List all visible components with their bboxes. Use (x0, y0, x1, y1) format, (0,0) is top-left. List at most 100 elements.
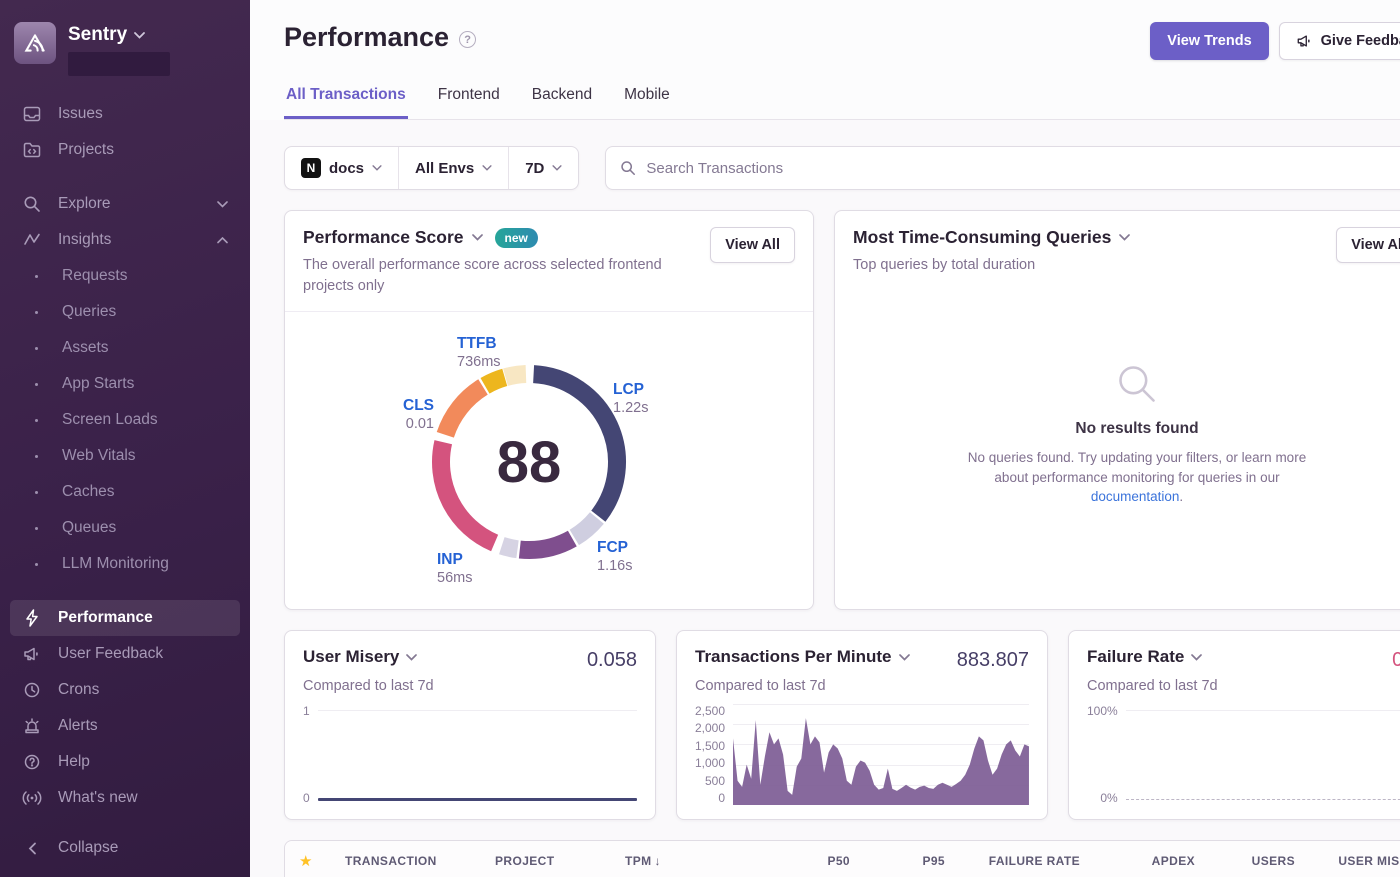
date-range-selector[interactable]: 7D (508, 147, 578, 189)
sidebar-item-web-vitals[interactable]: Web Vitals (10, 438, 240, 474)
sidebar-item-label: Alerts (58, 717, 98, 735)
card-title: Performance Score (303, 227, 464, 248)
tpm-chart: 2,5002,0001,5001,0005000 (695, 704, 1029, 805)
chevron-down-icon (482, 165, 492, 171)
sidebar-item-label: Performance (58, 609, 153, 627)
date-range-label: 7D (525, 160, 544, 177)
sidebar-item-insights[interactable]: Insights (10, 222, 240, 258)
sort-desc-icon: ↓ (655, 854, 661, 868)
sidebar-item-projects[interactable]: Projects (10, 132, 240, 168)
sidebar-item-whats-new[interactable]: What's new (10, 780, 240, 816)
org-subtitle-redacted (68, 52, 170, 76)
environment-selector[interactable]: All Envs (398, 147, 508, 189)
documentation-link[interactable]: documentation (1091, 489, 1180, 504)
give-feedback-label: Give Feedback (1321, 33, 1400, 49)
megaphone-icon (22, 645, 42, 663)
empty-state: No results found No queries found. Try u… (835, 290, 1400, 609)
column-p95[interactable]: P95 (850, 854, 945, 868)
sidebar-item-caches[interactable]: Caches (10, 474, 240, 510)
bullet-icon (26, 311, 46, 314)
sidebar-item-label: App Starts (62, 375, 134, 393)
help-tooltip-icon[interactable]: ? (459, 31, 476, 48)
give-feedback-button[interactable]: Give Feedback (1279, 22, 1400, 60)
sidebar-item-user-feedback[interactable]: User Feedback (10, 636, 240, 672)
tab-mobile[interactable]: Mobile (622, 86, 672, 119)
sidebar-item-app-starts[interactable]: App Starts (10, 366, 240, 402)
column-failure-rate[interactable]: FAILURE RATE (945, 854, 1080, 868)
column-project[interactable]: PROJECT (495, 854, 625, 868)
sidebar-item-label: Collapse (58, 839, 118, 857)
sidebar-item-queues[interactable]: Queues (10, 510, 240, 546)
bullet-icon (26, 455, 46, 458)
bullet-icon (26, 383, 46, 386)
insights-icon (22, 231, 42, 249)
main-content: Performance ? View Trends Give Feedback … (250, 0, 1400, 877)
projects-icon (22, 141, 42, 159)
sidebar-item-queries[interactable]: Queries (10, 294, 240, 330)
column-apdex[interactable]: APDEX (1080, 854, 1195, 868)
sidebar-item-screen-loads[interactable]: Screen Loads (10, 402, 240, 438)
column-tpm-sorted[interactable]: TPM↓ (625, 854, 735, 868)
performance-score-ring-chart: 88 TTFB 736ms LCP 1.22s CLS 0.01 INP (285, 311, 813, 609)
user-misery-title-dropdown[interactable]: User Misery (303, 647, 417, 667)
lightning-icon (22, 609, 42, 627)
column-transaction[interactable]: TRANSACTION (345, 854, 495, 868)
broadcast-icon (22, 790, 42, 806)
sidebar: Sentry Issues Projects Explore (0, 0, 250, 877)
vital-label-inp: INP 56ms (437, 550, 472, 588)
chevron-down-icon (406, 654, 417, 661)
sidebar-item-crons[interactable]: Crons (10, 672, 240, 708)
failure-rate-title-dropdown[interactable]: Failure Rate (1087, 647, 1202, 667)
vital-label-fcp: FCP 1.16s (597, 538, 632, 576)
sidebar-item-assets[interactable]: Assets (10, 330, 240, 366)
issues-icon (22, 105, 42, 123)
card-title: Most Time-Consuming Queries (853, 227, 1111, 248)
tpm-title-dropdown[interactable]: Transactions Per Minute (695, 647, 910, 667)
column-p50[interactable]: P50 (735, 854, 850, 868)
tab-backend[interactable]: Backend (530, 86, 594, 119)
star-column-icon[interactable]: ★ (299, 852, 345, 870)
tab-bar: All Transactions Frontend Backend Mobile (284, 86, 1400, 120)
vital-label-cls: CLS 0.01 (379, 396, 434, 434)
view-all-button[interactable]: View All (710, 227, 795, 263)
project-selector[interactable]: N docs (285, 147, 398, 189)
tab-all-transactions[interactable]: All Transactions (284, 86, 408, 119)
sidebar-item-requests[interactable]: Requests (10, 258, 240, 294)
comparison-label: Compared to last 7d (695, 678, 1029, 694)
sidebar-item-label: Assets (62, 339, 109, 357)
bullet-icon (26, 419, 46, 422)
search-icon (1115, 362, 1159, 406)
view-trends-button[interactable]: View Trends (1150, 22, 1268, 60)
chevron-down-icon (899, 654, 910, 661)
view-all-button[interactable]: View All (1336, 227, 1400, 263)
sidebar-item-label: Crons (58, 681, 99, 699)
sidebar-item-performance[interactable]: Performance (10, 600, 240, 636)
performance-score-title-dropdown[interactable]: Performance Score new (303, 227, 663, 248)
sidebar-item-alerts[interactable]: Alerts (10, 708, 240, 744)
table-header-row: ★ TRANSACTION PROJECT TPM↓ P50 P95 FAILU… (285, 841, 1400, 877)
user-misery-chart: 10 (303, 704, 637, 805)
sidebar-item-explore[interactable]: Explore (10, 186, 240, 222)
page-title: Performance (284, 22, 449, 53)
column-user-misery[interactable]: USER MISERY (1295, 854, 1400, 868)
sidebar-nav: Issues Projects Explore Insights Request… (0, 86, 250, 866)
chevron-down-icon (472, 234, 483, 241)
sidebar-item-help[interactable]: Help (10, 744, 240, 780)
sidebar-item-label: Issues (58, 105, 103, 123)
tab-frontend[interactable]: Frontend (436, 86, 502, 119)
sidebar-item-llm-monitoring[interactable]: LLM Monitoring (10, 546, 240, 582)
sidebar-collapse-button[interactable]: Collapse (10, 830, 240, 866)
chevron-down-icon (552, 165, 562, 171)
chevron-down-icon (134, 32, 145, 39)
chevron-down-icon (1119, 234, 1130, 241)
queries-title-dropdown[interactable]: Most Time-Consuming Queries (853, 227, 1130, 248)
sidebar-item-issues[interactable]: Issues (10, 96, 240, 132)
column-users[interactable]: USERS (1195, 854, 1295, 868)
card-description: Top queries by total duration (853, 255, 1130, 276)
content-area: N docs All Envs 7D (250, 120, 1400, 877)
search-transactions-input[interactable] (646, 160, 1400, 177)
bullet-icon (26, 491, 46, 494)
tpm-value: 883.807 (957, 647, 1029, 672)
org-switcher[interactable]: Sentry (0, 14, 250, 86)
empty-state-body: No queries found. Try updating your filt… (957, 448, 1317, 507)
